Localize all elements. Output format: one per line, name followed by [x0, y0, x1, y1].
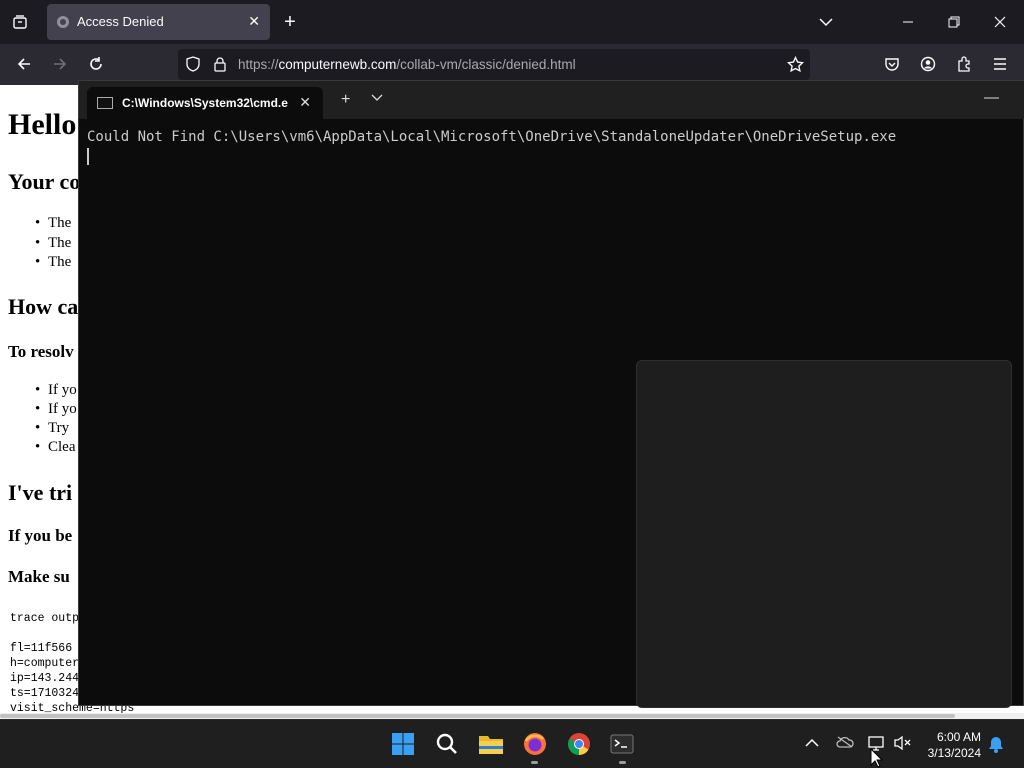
terminal-tab-title: C:\Windows\System32\cmd.e [122, 96, 288, 110]
notification-bell-icon[interactable] [988, 736, 1004, 757]
terminal-titlebar[interactable]: C:\Windows\System32\cmd.e ✕ + — [79, 81, 1024, 119]
terminal-tab-cmd[interactable]: C:\Windows\System32\cmd.e ✕ [87, 87, 323, 119]
close-tab-icon[interactable]: ✕ [248, 13, 260, 30]
clock-time: 6:00 AM [936, 730, 981, 744]
tab-list-icon[interactable] [10, 12, 30, 32]
tab-title: Access Denied [77, 14, 164, 29]
restore-icon[interactable] [944, 12, 964, 32]
onedrive-icon[interactable] [836, 735, 854, 752]
trace-line: ip=143.244 [10, 672, 80, 685]
app-menu-icon[interactable] [990, 54, 1010, 74]
close-window-icon[interactable] [990, 12, 1010, 32]
lock-icon[interactable] [212, 56, 228, 72]
bookmark-star-icon[interactable] [787, 56, 804, 73]
text-cursor [87, 148, 89, 165]
account-icon[interactable] [918, 54, 938, 74]
list-item: The [35, 215, 72, 232]
trace-line: ts=1710324 [10, 687, 80, 700]
mouse-cursor-icon [870, 748, 883, 768]
terminal-output[interactable]: Could Not Find C:\Users\vm6\AppData\Loca… [87, 129, 896, 145]
list-item: Clea [35, 439, 75, 456]
volume-muted-icon[interactable] [894, 735, 912, 755]
list-item: If yo [35, 401, 77, 418]
trace-label: trace outp [10, 612, 80, 625]
terminal-icon[interactable] [608, 730, 636, 758]
clock-date: 3/13/2024 [927, 746, 981, 760]
url-text[interactable]: https://computernewb.com/collab-vm/class… [238, 57, 576, 72]
url-path: /collab-vm/classic/denied.html [396, 57, 576, 72]
site-favicon-icon [57, 16, 69, 28]
page-heading: Hello [8, 108, 77, 141]
list-all-tabs-icon[interactable] [816, 12, 836, 32]
resolve-heading: To resolv [8, 342, 74, 361]
search-icon[interactable] [433, 730, 461, 758]
section-heading-2: How ca [8, 294, 79, 319]
minimize-icon[interactable]: — [984, 89, 999, 106]
forward-icon[interactable] [50, 54, 70, 74]
chevron-up-icon[interactable] [805, 735, 819, 752]
pocket-icon[interactable] [882, 54, 902, 74]
make-sure-heading: Make su [8, 567, 70, 586]
tracking-protection-icon[interactable] [185, 56, 201, 72]
blank-overlay-panel [636, 360, 1012, 708]
trace-line: fl=11f566 [10, 642, 73, 655]
system-clock[interactable]: 6:00 AM 3/13/2024 [928, 729, 981, 761]
list-item: The [35, 254, 72, 271]
extensions-icon[interactable] [954, 54, 974, 74]
new-tab-icon[interactable]: + [280, 11, 300, 33]
url-prefix: https:// [238, 57, 279, 72]
url-bar[interactable]: https://computernewb.com/collab-vm/class… [178, 49, 810, 80]
section-heading-1: Your co [8, 169, 81, 194]
minimize-icon[interactable] [898, 12, 918, 32]
file-explorer-icon[interactable] [477, 730, 505, 758]
trace-line: h=computer [10, 657, 80, 670]
back-icon[interactable] [14, 54, 34, 74]
close-tab-icon[interactable]: ✕ [299, 94, 311, 111]
scrollbar-thumb[interactable] [0, 714, 955, 718]
section-heading-3: I've tri [8, 480, 73, 505]
chrome-icon[interactable] [565, 730, 593, 758]
list-item: If yo [35, 382, 77, 399]
start-windows-icon[interactable] [389, 730, 417, 758]
cmd-icon [97, 97, 113, 109]
firefox-icon[interactable] [521, 730, 549, 758]
running-indicator [619, 761, 626, 764]
chevron-down-icon[interactable] [371, 91, 383, 105]
tab-access-denied[interactable]: Access Denied ✕ [47, 4, 270, 40]
browser-tabstrip: Access Denied ✕ + [0, 0, 1024, 44]
running-indicator [531, 761, 538, 764]
list-item: The [35, 235, 72, 252]
url-host: computernewb.com [278, 57, 397, 72]
new-tab-icon[interactable]: + [341, 91, 350, 109]
list-item: Try [35, 420, 69, 437]
if-you-heading: If you be [8, 526, 73, 545]
reload-icon[interactable] [86, 54, 106, 74]
